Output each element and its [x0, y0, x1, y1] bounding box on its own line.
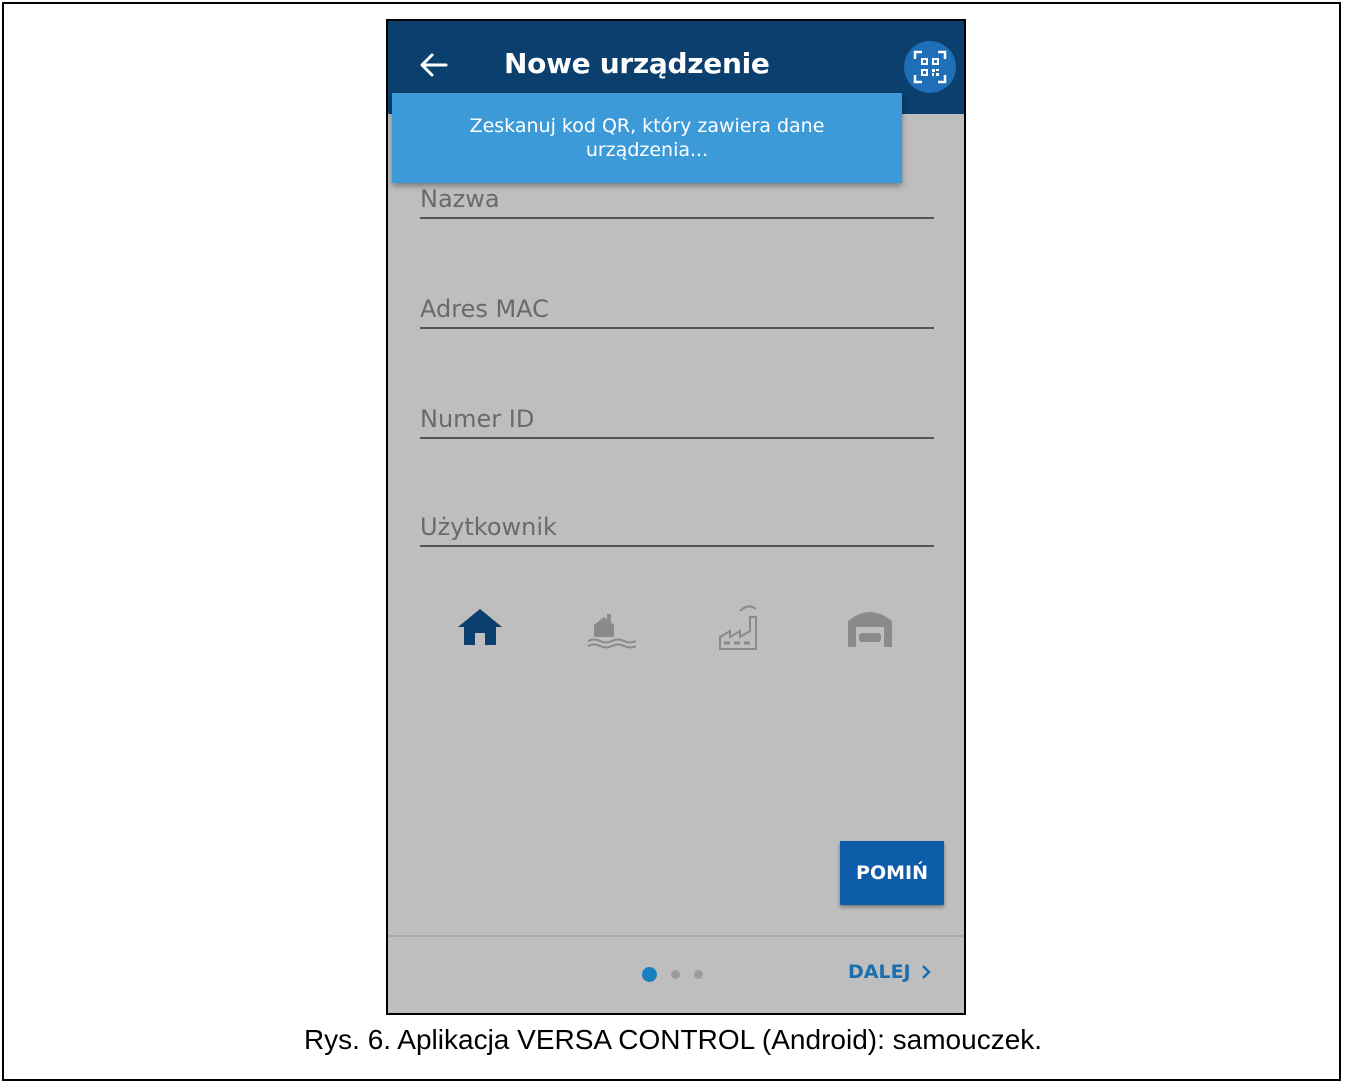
- figure-caption: Rys. 6. Aplikacja VERSA CONTROL (Android…: [303, 1024, 1043, 1055]
- page-dot-active: [642, 967, 657, 982]
- qr-code-icon: [913, 50, 947, 84]
- skip-button[interactable]: POMIŃ: [840, 841, 944, 905]
- page-dot: [694, 970, 703, 979]
- next-button[interactable]: DALEJ: [848, 961, 931, 983]
- garage-icon[interactable]: [842, 599, 898, 655]
- chevron-right-icon: [921, 965, 931, 979]
- user-input[interactable]: [420, 513, 934, 541]
- page-title: Nowe urządzenie: [504, 47, 770, 80]
- id-number-input[interactable]: [420, 405, 934, 433]
- phone-screen: Nowe urządzenie Nazwa Adres MAC Numer ID…: [386, 19, 966, 1015]
- mac-address-field[interactable]: [420, 279, 934, 329]
- arrow-left-icon[interactable]: [418, 49, 450, 81]
- scan-hint-toast: Zeskanuj kod QR, który zawiera dane urzą…: [392, 93, 902, 183]
- mac-address-input[interactable]: [420, 295, 934, 323]
- page-indicator: [642, 967, 703, 982]
- lake-house-icon[interactable]: [580, 599, 636, 655]
- toast-message: Zeskanuj kod QR, który zawiera dane urzą…: [469, 115, 825, 161]
- scan-qr-button[interactable]: [904, 41, 956, 93]
- name-input[interactable]: [420, 185, 934, 213]
- user-field[interactable]: [420, 497, 934, 547]
- next-label: DALEJ: [848, 961, 911, 983]
- id-number-field[interactable]: [420, 389, 934, 439]
- bottom-divider: [388, 935, 964, 937]
- house-icon[interactable]: [452, 599, 508, 655]
- factory-icon[interactable]: [710, 599, 766, 655]
- page-dot: [671, 970, 680, 979]
